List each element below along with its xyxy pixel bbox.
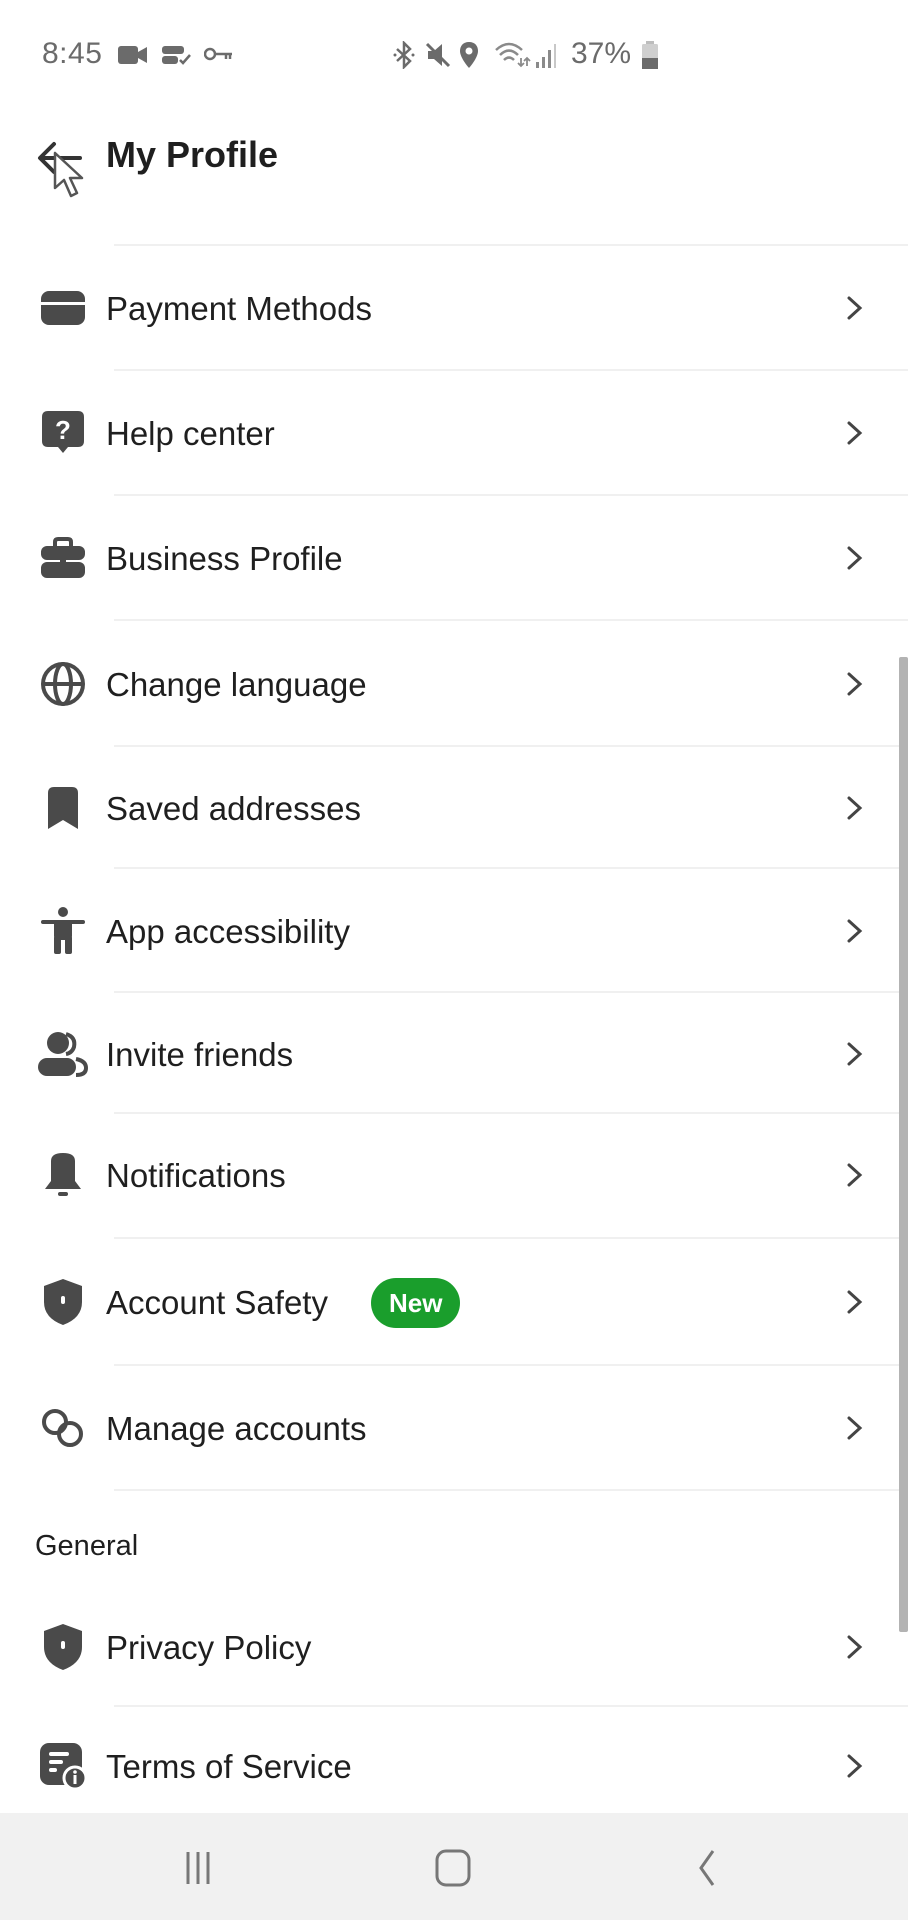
menu-item-label: Help center [106,415,275,452]
menu-item-invite-friends[interactable]: Invite friends [0,1004,898,1104]
menu-item-label: Manage accounts [106,1410,367,1447]
chevron-right-icon [847,1754,863,1778]
new-badge: New [371,1278,461,1328]
menu-item-label: Account Safety [106,1284,328,1321]
chevron-right-icon [847,1042,863,1066]
svg-text:?: ? [55,415,71,445]
divider [114,619,908,621]
home-button[interactable] [413,1833,493,1903]
menu-item-label: App accessibility [106,913,350,950]
menu-item-terms-of-service[interactable]: Terms of Service [0,1716,898,1816]
home-icon [435,1849,471,1887]
chevron-right-icon [847,1416,863,1440]
briefcase-icon [36,531,90,585]
divider [114,1705,908,1707]
menu-item-app-accessibility[interactable]: App accessibility [0,881,898,981]
menu-item-privacy-policy[interactable]: Privacy Policy [0,1597,898,1697]
menu-item-change-language[interactable]: Change language [0,634,898,734]
wifi-icon [495,42,556,68]
bookmark-icon [36,781,90,835]
header [0,110,908,244]
globe-icon [36,657,90,711]
divider [114,1489,908,1491]
vpn-sync-icon [162,46,191,65]
menu-item-saved-addresses[interactable]: Saved addresses [0,758,898,858]
system-nav-bar [0,1813,908,1920]
video-record-icon [118,46,147,64]
divider [114,494,908,496]
shield-icon [36,1275,90,1329]
divider [114,991,908,993]
shield-icon [36,1620,90,1674]
battery-percent: 37% [571,37,632,70]
chevron-right-icon [847,296,863,320]
bluetooth-icon [393,41,415,69]
people-icon [36,1027,90,1081]
scrollbar[interactable] [899,657,908,1632]
divider [114,1112,908,1114]
menu-item-label: Business Profile [106,540,343,577]
status-time: 8:45 [42,37,103,70]
nav-back-icon [699,1850,715,1886]
help-bubble-icon: ? [36,406,90,460]
menu-item-business-profile[interactable]: Business Profile [0,508,898,608]
bell-icon [36,1148,90,1202]
nav-back-button[interactable] [668,1833,748,1903]
menu-item-help-center[interactable]: ? Help center [0,383,898,483]
menu-item-label: Change language [106,666,367,703]
chevron-right-icon [847,1635,863,1659]
chevron-right-icon [847,1163,863,1187]
recent-apps-button[interactable] [158,1833,238,1903]
divider [114,1364,908,1366]
menu-item-label: Privacy Policy [106,1629,312,1666]
menu-item-label: Payment Methods [106,290,372,327]
back-button[interactable] [36,132,92,188]
arrow-left-icon [38,142,82,174]
document-info-icon [36,1739,90,1793]
chevron-right-icon [847,421,863,445]
chevron-right-icon [847,919,863,943]
divider [114,244,908,246]
status-bar: 8:45 37% [0,0,908,110]
menu-item-label: Invite friends [106,1036,294,1073]
divider [114,745,908,747]
chevron-right-icon [847,1290,863,1314]
section-title-general: General [35,1530,139,1562]
divider [114,1237,908,1239]
chevron-right-icon [847,546,863,570]
chevron-right-icon [847,672,863,696]
accessibility-icon [36,904,90,958]
recent-apps-icon [186,1852,210,1884]
menu-item-notifications[interactable]: Notifications [0,1125,898,1225]
menu-item-account-safety[interactable]: Account Safety New [0,1252,898,1352]
credit-card-icon [36,281,90,335]
menu-item-payment-methods[interactable]: Payment Methods [0,258,898,358]
menu-item-manage-accounts[interactable]: Manage accounts [0,1378,898,1478]
battery-icon [642,41,658,69]
page-title: My Profile [106,134,279,175]
location-icon [460,42,478,68]
chevron-right-icon [847,796,863,820]
key-icon [204,47,232,61]
menu-item-label: Notifications [106,1157,286,1194]
menu-item-label: Terms of Service [106,1748,352,1785]
link-accounts-icon [36,1401,90,1455]
menu-item-label: Saved addresses [106,790,361,827]
mute-icon [425,42,451,68]
divider [114,867,908,869]
divider [114,369,908,371]
